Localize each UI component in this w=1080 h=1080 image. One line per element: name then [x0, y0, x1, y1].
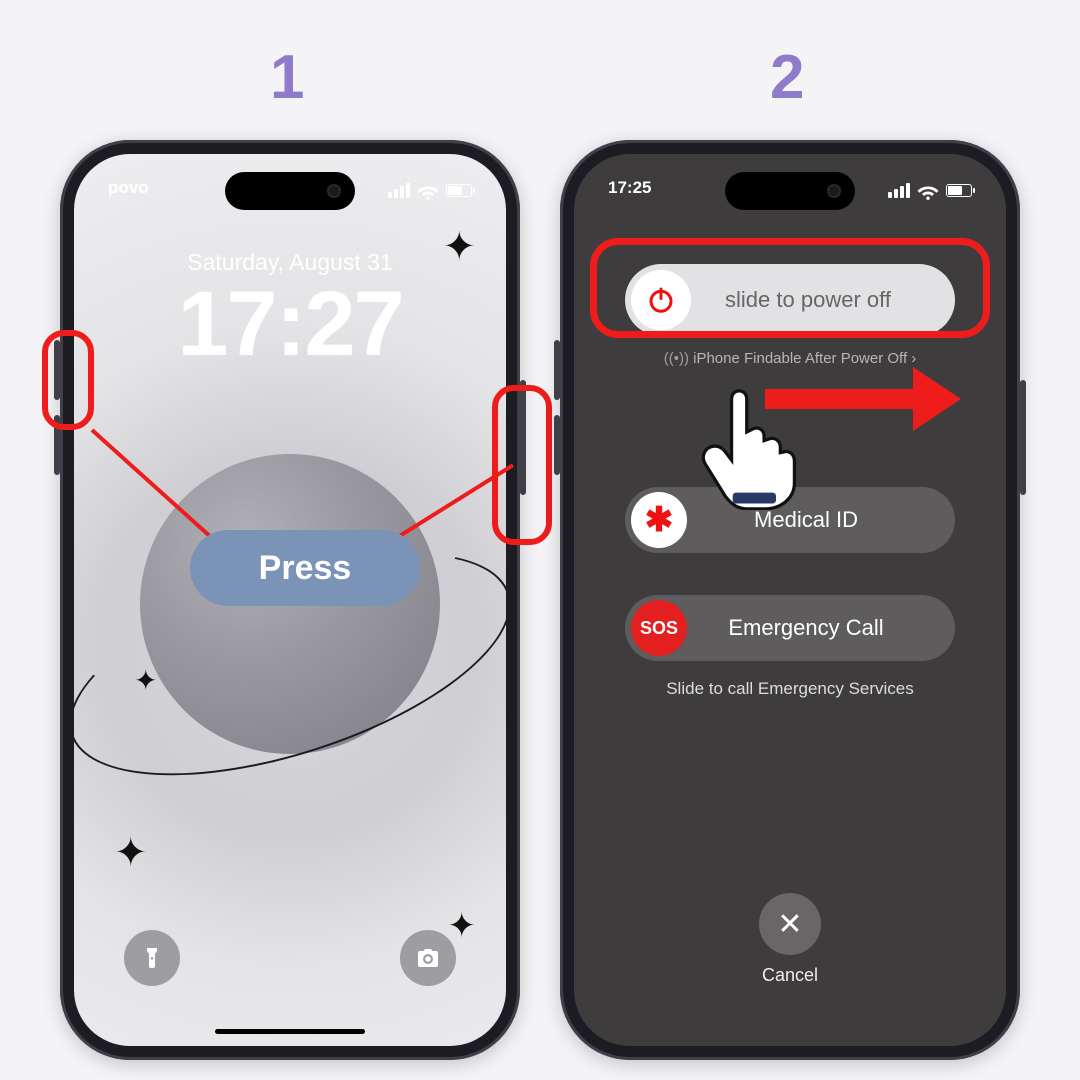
step-label-2: 2 — [770, 42, 804, 113]
carrier-label: povo — [108, 178, 149, 202]
volume-up-button[interactable] — [554, 340, 560, 400]
volume-button-highlight — [42, 330, 94, 430]
wifi-icon — [916, 178, 940, 202]
medical-id-knob[interactable]: ✱ — [631, 492, 687, 548]
sparkle-icon: ✦ — [134, 664, 157, 697]
emergency-call-label: Emergency Call — [687, 615, 955, 641]
lock-screen-time: 17:27 — [74, 272, 506, 377]
camera-button[interactable] — [400, 930, 456, 986]
emergency-hint: Slide to call Emergency Services — [574, 679, 1006, 699]
cancel-button[interactable]: ✕ — [759, 893, 821, 955]
flashlight-icon — [140, 946, 164, 970]
side-power-button[interactable] — [1020, 380, 1026, 495]
home-indicator[interactable] — [215, 1029, 365, 1034]
volume-down-button[interactable] — [554, 415, 560, 475]
status-bar: 17:25 — [574, 178, 1006, 202]
cancel-label: Cancel — [574, 965, 1006, 986]
medical-id-label: Medical ID — [687, 507, 955, 533]
wifi-icon — [416, 178, 440, 202]
hand-pointer-icon — [695, 380, 805, 510]
power-off-highlight — [590, 238, 990, 338]
step-label-1: 1 — [270, 42, 304, 113]
flashlight-button[interactable] — [124, 930, 180, 986]
signal-icon — [388, 183, 410, 198]
emergency-call-slider[interactable]: SOS Emergency Call — [625, 595, 955, 661]
camera-icon — [416, 946, 440, 970]
battery-icon — [446, 184, 472, 197]
status-bar: povo — [74, 178, 506, 202]
chevron-right-icon: › — [911, 350, 916, 367]
sparkle-icon: ✦ — [442, 224, 476, 270]
battery-icon — [946, 184, 972, 197]
signal-icon — [888, 183, 910, 198]
close-icon: ✕ — [777, 907, 802, 942]
sos-knob[interactable]: SOS — [631, 600, 687, 656]
press-callout: Press — [190, 530, 420, 606]
status-time: 17:25 — [608, 178, 651, 202]
findable-note[interactable]: ((•)) iPhone Findable After Power Off › — [574, 350, 1006, 367]
side-button-highlight — [492, 385, 552, 545]
sparkle-icon: ✦ — [114, 830, 148, 876]
